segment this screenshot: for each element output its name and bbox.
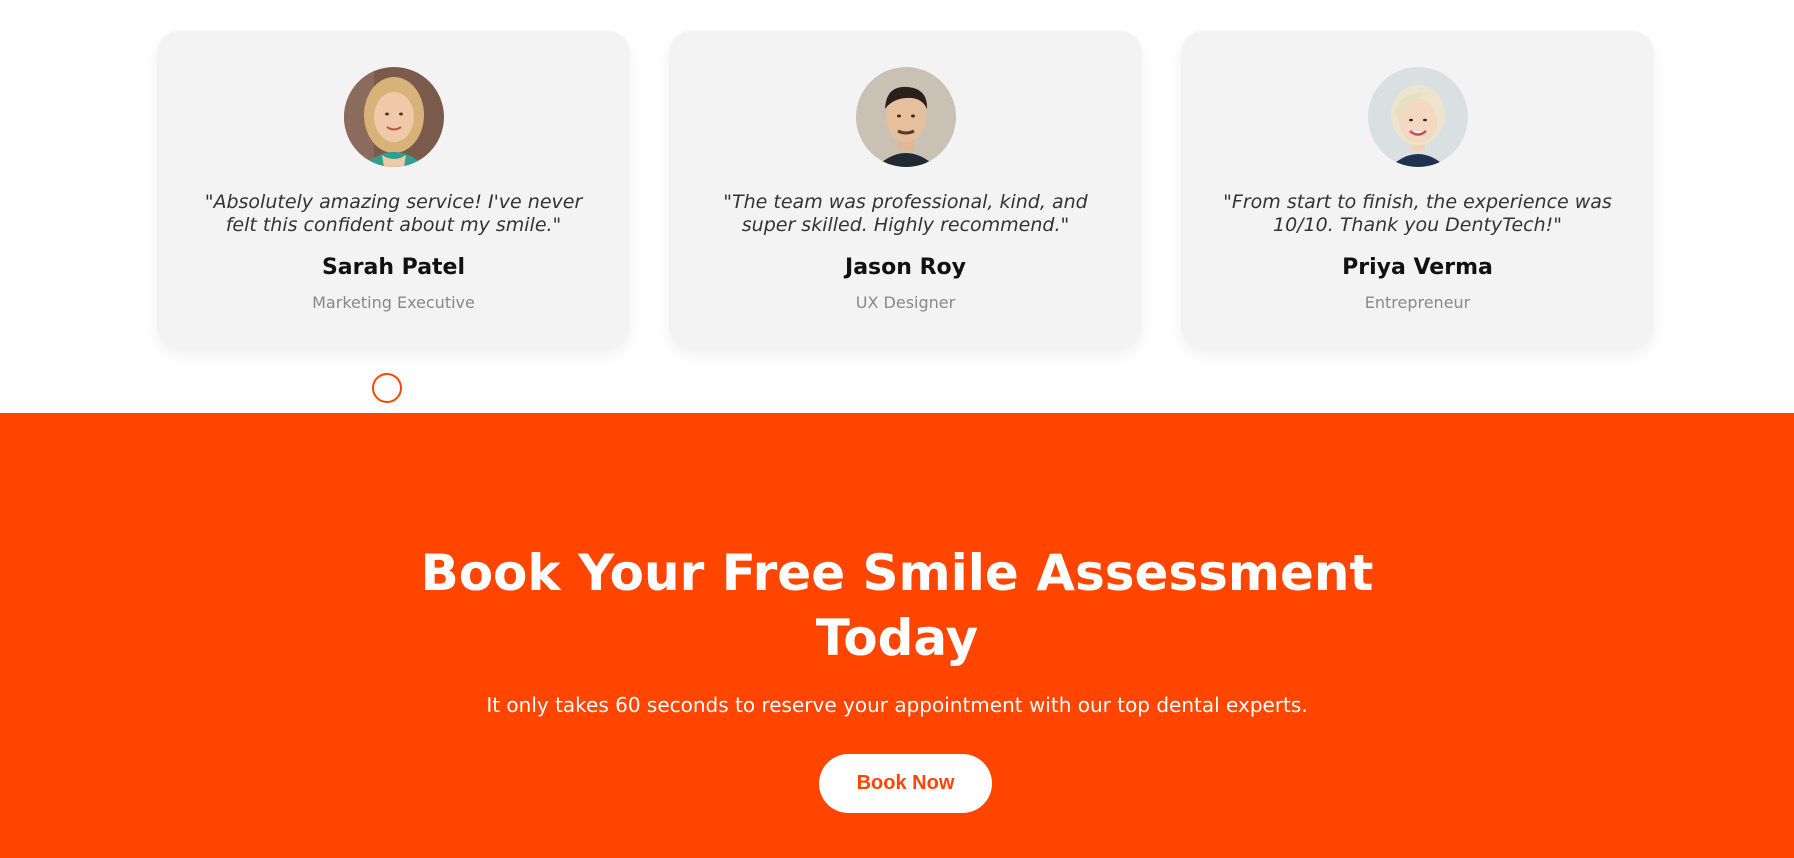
testimonial-name: Priya Verma bbox=[1342, 255, 1493, 280]
avatar bbox=[343, 67, 444, 167]
avatar-man-dark-hair-icon bbox=[855, 67, 956, 167]
testimonial-role: UX Designer bbox=[855, 293, 956, 312]
avatar bbox=[855, 67, 956, 167]
testimonial-name: Sarah Patel bbox=[321, 255, 466, 280]
book-now-button[interactable]: Book Now bbox=[819, 754, 992, 813]
testimonial-quote: "Absolutely amazing service! I've never … bbox=[204, 191, 583, 236]
testimonial-name: Jason Roy bbox=[845, 255, 966, 280]
avatar-woman-blonde-icon bbox=[343, 67, 444, 167]
avatar-woman-short-hair-icon bbox=[1367, 67, 1468, 167]
cta-title: Book Your Free Smile Assessment Today bbox=[420, 544, 1374, 667]
testimonial-role: Entrepreneur bbox=[1364, 293, 1471, 312]
testimonial-role: Marketing Executive bbox=[312, 293, 475, 312]
testimonial-quote: "From start to finish, the experience wa… bbox=[1223, 191, 1612, 236]
testimonial-card: "The team was professional, kind, and su… bbox=[669, 31, 1142, 349]
slider-dot[interactable] bbox=[372, 373, 402, 403]
cta-subtitle: It only takes 60 seconds to reserve your… bbox=[486, 693, 1308, 717]
testimonial-card: "Absolutely amazing service! I've never … bbox=[157, 31, 630, 349]
cta-section: Book Your Free Smile Assessment Today It… bbox=[0, 413, 1794, 858]
testimonials-section: "Absolutely amazing service! I've never … bbox=[0, 0, 1794, 413]
testimonial-quote: "The team was professional, kind, and su… bbox=[723, 191, 1088, 236]
testimonial-card: "From start to finish, the experience wa… bbox=[1181, 31, 1654, 349]
avatar bbox=[1367, 67, 1468, 167]
